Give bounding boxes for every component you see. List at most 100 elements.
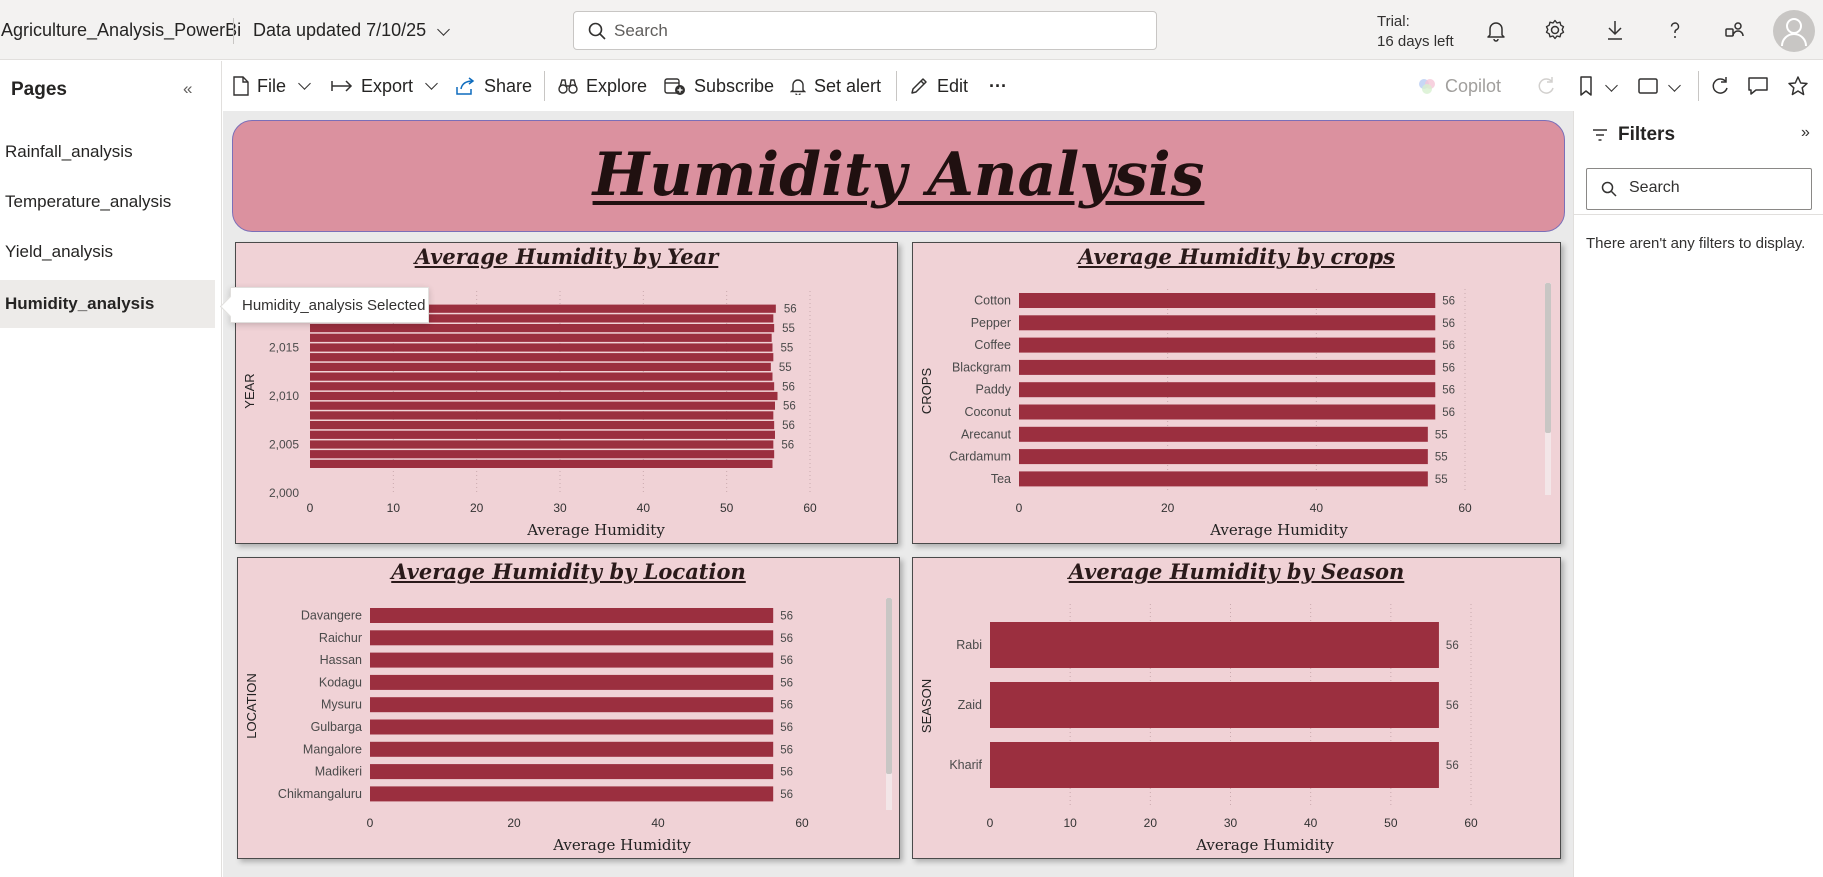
top-header: Agriculture_Analysis_PowerBi Data update… (0, 0, 1823, 60)
expand-filters-icon[interactable]: » (1801, 124, 1810, 142)
filters-title: Filters (1618, 124, 1676, 145)
copilot-label: Copilot (1445, 75, 1502, 96)
y-tick-label: 2,000 (269, 486, 299, 500)
data-label: 56 (780, 722, 793, 734)
bar (1019, 337, 1436, 353)
data-label: 56 (780, 744, 793, 756)
search-icon (588, 22, 606, 45)
gear-icon[interactable] (1543, 18, 1567, 42)
filters-pane: Filters » There aren't any filters to di… (1573, 111, 1823, 877)
data-label: 56 (780, 611, 793, 623)
bookmark-icon[interactable] (1574, 74, 1598, 98)
trial-days-left: 16 days left (1377, 33, 1454, 50)
data-updated-dropdown[interactable]: Data updated 7/10/25 (253, 20, 426, 41)
data-label: 56 (1442, 385, 1455, 397)
pencil-icon (909, 76, 929, 96)
x-axis-title: Average Humidity (526, 521, 665, 539)
data-label: 55 (781, 343, 794, 355)
bar (990, 622, 1439, 668)
bar (1019, 471, 1428, 487)
chart-season-svg: 0 10 20 30 40 50 60 Average Humidity Rabi 56 Zaid 5… (919, 604, 1478, 854)
chart-season-title: Average Humidity by Season (1068, 559, 1405, 584)
chevron-down-icon[interactable] (1668, 79, 1681, 92)
help-icon[interactable] (1663, 18, 1687, 42)
share-people-icon[interactable] (1723, 18, 1747, 42)
trial-label: Trial: (1377, 13, 1410, 30)
view-icon[interactable] (1636, 74, 1660, 98)
bar (310, 411, 774, 420)
data-label: 55 (1435, 429, 1448, 441)
page-item-rainfall[interactable]: Rainfall_analysis (0, 128, 215, 176)
bar (990, 682, 1439, 728)
y-tick-label: 2,015 (269, 341, 299, 355)
copilot-button[interactable]: Copilot (1417, 74, 1501, 98)
file-menu[interactable]: File (233, 74, 311, 98)
report-title: Humidity Analysis (592, 140, 1205, 210)
chevron-down-icon[interactable] (1605, 79, 1618, 92)
pages-pane: Pages « Rainfall_analysis Temperature_an… (0, 61, 222, 877)
global-search[interactable] (573, 11, 1157, 50)
share-label: Share (484, 75, 533, 96)
chart-card-location[interactable]: 0 20 40 60 Average Humidity Davangere 56 Raichu… (237, 557, 900, 859)
chevron-down-icon[interactable] (437, 23, 450, 36)
bar (370, 719, 774, 735)
explore-button[interactable]: Explore (558, 74, 647, 98)
bar (1019, 449, 1428, 465)
search-input[interactable] (614, 20, 1134, 42)
category-label: Chikmangaluru (278, 787, 362, 801)
bar (310, 440, 774, 449)
bar (1019, 426, 1428, 442)
data-label: 56 (783, 401, 796, 413)
chart-crops-title: Average Humidity by crops (1078, 244, 1395, 269)
data-label: 55 (1435, 474, 1448, 486)
refresh-icon[interactable] (1708, 74, 1732, 98)
set-alert-button[interactable]: Set alert (790, 74, 881, 98)
download-icon[interactable] (1603, 18, 1627, 42)
data-label: 56 (780, 677, 793, 689)
bar (1019, 404, 1436, 420)
page-item-temperature[interactable]: Temperature_analysis (0, 178, 215, 226)
subscribe-button[interactable]: Subscribe (664, 74, 774, 98)
search-icon (1601, 181, 1617, 202)
filters-header: Filters (1592, 124, 1675, 146)
comment-icon[interactable] (1746, 74, 1770, 98)
chevron-down-icon (298, 76, 311, 90)
chart-location-svg: 0 20 40 60 Average Humidity Davangere 56 Raichu… (244, 598, 892, 854)
collapse-pane-icon[interactable]: « (183, 79, 192, 99)
data-label: 56 (1442, 407, 1455, 419)
y-axis-title: CROPS (919, 368, 934, 415)
category-label: Pepper (971, 316, 1011, 330)
page-item-humidity[interactable]: Humidity_analysis (0, 280, 215, 328)
data-label: 56 (1442, 318, 1455, 330)
bar (370, 608, 774, 623)
edit-button[interactable]: Edit (909, 74, 968, 98)
binoculars-icon (558, 78, 578, 94)
x-tick-label: 20 (1144, 816, 1158, 830)
file-label: File (257, 75, 287, 96)
export-menu[interactable]: Export (331, 74, 438, 98)
page-item-yield[interactable]: Yield_analysis (0, 228, 215, 276)
user-avatar-icon[interactable] (1773, 10, 1815, 52)
filter-search-input[interactable] (1629, 179, 1799, 197)
category-label: Hassan (320, 653, 362, 667)
data-label: 55 (779, 362, 792, 374)
filters-empty-message: There aren't any filters to display. (1586, 235, 1806, 252)
bar (370, 741, 774, 757)
data-label: 56 (780, 789, 793, 801)
filter-search-box[interactable] (1586, 168, 1812, 210)
bar (310, 343, 773, 352)
share-button[interactable]: Share (456, 74, 532, 98)
x-tick-label: 50 (1384, 816, 1398, 830)
bar (1019, 382, 1436, 398)
x-tick-label: 60 (1464, 816, 1478, 830)
copilot-icon (1417, 76, 1437, 96)
bar (310, 421, 775, 430)
chart-card-crops[interactable]: 0 20 40 60 Average Humidity Cotton 56 Pepper 56 C… (912, 242, 1561, 544)
more-options-button[interactable]: ··· (989, 74, 1007, 98)
chart-card-season[interactable]: 0 10 20 30 40 50 60 Average Humidity Rabi 56 Zaid 5… (912, 557, 1561, 859)
bar (990, 742, 1439, 788)
favorite-star-icon[interactable] (1786, 74, 1810, 98)
app-title[interactable]: Agriculture_Analysis_PowerBi (1, 20, 241, 41)
data-label: 56 (1442, 362, 1455, 374)
bell-icon[interactable] (1484, 18, 1508, 42)
